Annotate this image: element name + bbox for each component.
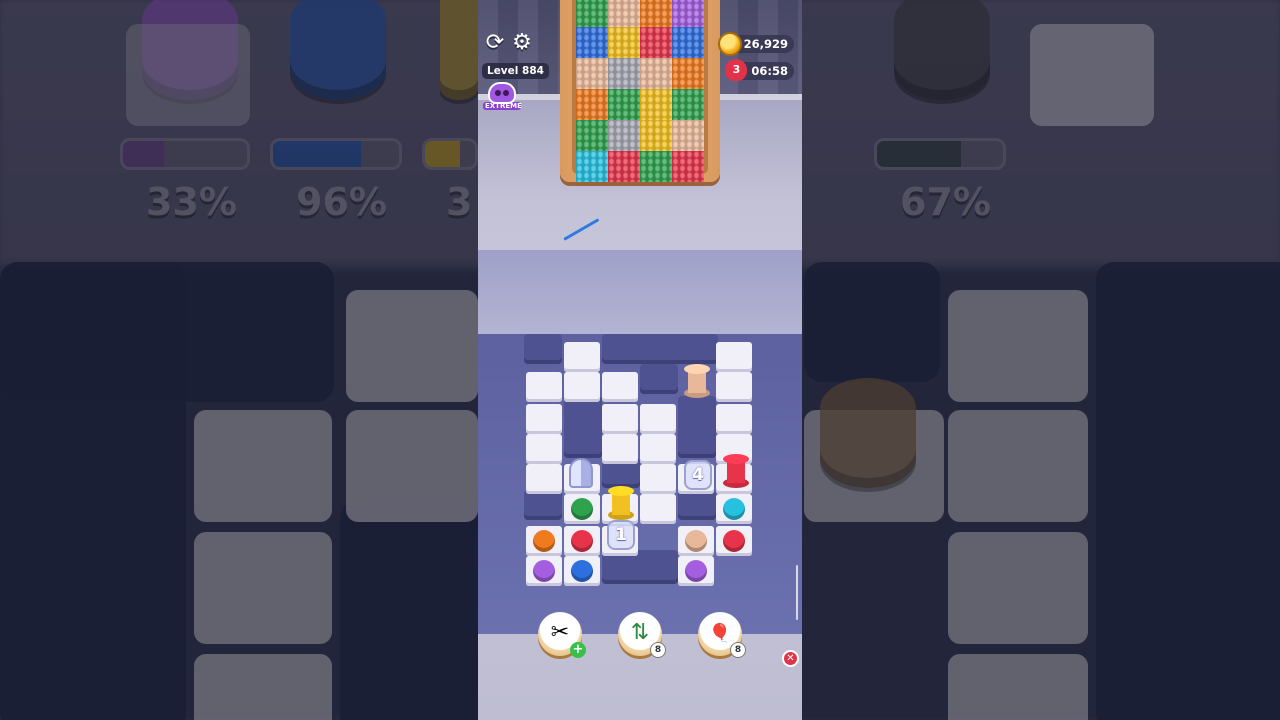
scissors-icon: ✂ xyxy=(550,620,570,645)
loom-knit-cell xyxy=(672,58,704,89)
lock-counter-box[interactable]: 4 xyxy=(684,460,712,490)
thread-piece[interactable] xyxy=(571,530,593,552)
loom-knit-cell xyxy=(640,120,672,151)
game-screen: ⟳ ⚙ Level 884 EXTREME 26,929 3 06:58 33%… xyxy=(478,0,802,720)
lock-counter-box[interactable]: 1 xyxy=(607,520,635,550)
board-spool-yellow[interactable] xyxy=(608,486,634,520)
lives-counter[interactable]: 3 06:58 xyxy=(725,59,794,81)
thread-piece[interactable] xyxy=(685,560,707,582)
spool-swap-icon: ⇅ xyxy=(630,620,650,645)
loom-knit-cell xyxy=(608,89,640,120)
board-tile xyxy=(526,464,562,494)
coin-counter[interactable]: 26,929 xyxy=(717,32,794,56)
loom-knit-cell xyxy=(608,120,640,151)
balloon-count: 8 xyxy=(730,642,746,658)
board-tile xyxy=(602,404,638,434)
coin-amount: 26,929 xyxy=(743,37,788,51)
board-tile xyxy=(716,404,752,434)
scroll-indicator[interactable] xyxy=(796,565,798,620)
loom-knit-cell xyxy=(576,27,608,58)
thread-piece[interactable] xyxy=(571,498,593,520)
settings-gear-icon[interactable]: ⚙ xyxy=(509,30,535,56)
loom-pattern xyxy=(572,0,708,182)
difficulty-badge: EXTREME xyxy=(483,82,522,116)
board-wall xyxy=(678,490,716,520)
thread-piece[interactable] xyxy=(571,560,593,582)
loom-knit-cell xyxy=(608,0,640,27)
swap-count: 8 xyxy=(650,642,666,658)
board-wall xyxy=(602,334,718,364)
loom-knit-cell xyxy=(608,58,640,89)
board-tile xyxy=(526,372,562,402)
thread-piece[interactable] xyxy=(533,560,555,582)
heart-icon: 3 xyxy=(725,59,748,81)
loom-knit-cell xyxy=(576,58,608,89)
hidden-piece[interactable] xyxy=(569,458,593,488)
board-tile xyxy=(602,434,638,464)
board-wall xyxy=(524,490,562,520)
loom-knit-cell xyxy=(640,58,672,89)
board-tile xyxy=(602,372,638,402)
board-tile xyxy=(564,342,600,372)
close-icon[interactable]: ✕ xyxy=(782,650,799,667)
board-wall xyxy=(678,396,716,458)
loom-knit-cell xyxy=(640,89,672,120)
board-tile xyxy=(640,404,676,434)
board-tile xyxy=(564,372,600,402)
thread-line xyxy=(563,218,600,241)
loom-knit-cell xyxy=(672,120,704,151)
board-spool-red[interactable] xyxy=(723,454,749,488)
loom xyxy=(560,0,720,182)
skull-icon xyxy=(488,82,516,104)
loom-knit-cell xyxy=(576,89,608,120)
balloon-booster[interactable]: 🎈 8 xyxy=(698,612,746,658)
board-wall xyxy=(640,364,678,394)
loom-knit-cell xyxy=(640,27,672,58)
loom-knit-cell xyxy=(576,120,608,151)
board-tile xyxy=(640,464,676,494)
board-wall xyxy=(564,396,602,458)
thread-piece[interactable] xyxy=(685,530,707,552)
board-tile xyxy=(640,494,676,524)
loom-knit-cell xyxy=(608,27,640,58)
board-tile xyxy=(526,434,562,464)
board-tile xyxy=(716,372,752,402)
loom-knit-cell xyxy=(576,151,608,182)
swap-booster[interactable]: ⇅ 8 xyxy=(618,612,666,658)
loom-knit-cell xyxy=(576,0,608,27)
thread-piece[interactable] xyxy=(533,530,555,552)
restart-icon[interactable]: ⟳ xyxy=(482,30,508,56)
lives-count: 3 xyxy=(732,63,741,76)
balloon-icon: 🎈 xyxy=(708,623,732,644)
loom-knit-cell xyxy=(608,151,640,182)
thread-piece[interactable] xyxy=(723,530,745,552)
puzzle-board: 41 xyxy=(478,334,802,634)
coin-icon xyxy=(717,32,742,56)
board-tile xyxy=(716,342,752,372)
board-wall xyxy=(524,334,562,364)
thread-piece[interactable] xyxy=(723,498,745,520)
lives-timer: 06:58 xyxy=(751,64,788,78)
loom-knit-cell xyxy=(672,0,704,27)
scissors-booster[interactable]: ✂ + xyxy=(538,612,586,658)
loom-knit-cell xyxy=(640,151,672,182)
board-spool-tan[interactable] xyxy=(684,364,710,398)
loom-knit-cell xyxy=(672,27,704,58)
board-tile xyxy=(526,404,562,434)
add-booster-icon[interactable]: + xyxy=(570,642,586,658)
board-tile xyxy=(640,434,676,464)
level-label: Level 884 xyxy=(482,63,549,79)
loom-knit-cell xyxy=(672,151,704,182)
loom-knit-cell xyxy=(640,0,672,27)
loom-knit-cell xyxy=(672,89,704,120)
